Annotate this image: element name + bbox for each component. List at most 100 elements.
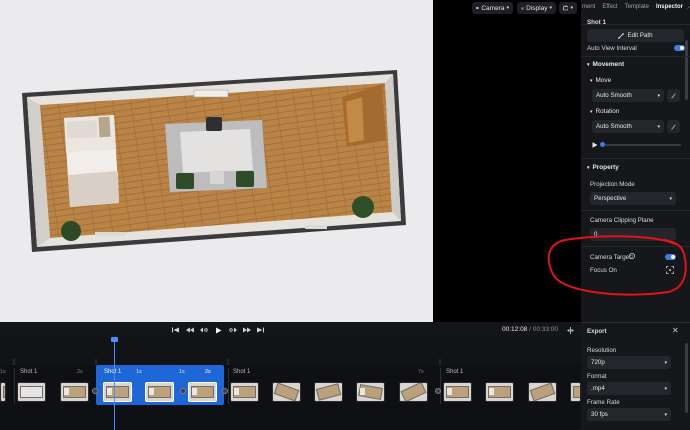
- timeline-track[interactable]: 1s 2s 1s 1s 2s 7s Shot 1 Shot 1 Shot 1 S…: [0, 337, 581, 430]
- frame-thumbnail[interactable]: [60, 382, 89, 402]
- view-options-dropdown[interactable]: ▾: [559, 2, 577, 14]
- divider: [581, 158, 690, 159]
- resolution-value: 720p: [591, 359, 605, 366]
- keyframe-marker[interactable]: [180, 388, 186, 394]
- fast-forward-icon[interactable]: [242, 326, 251, 334]
- rotation-subsection-header[interactable]: ▾ Rotation: [590, 108, 619, 115]
- shot-label: Shot 1: [446, 369, 464, 375]
- projection-mode-select[interactable]: Perspective ▾: [590, 192, 676, 205]
- chevron-down-icon: ▾: [506, 5, 509, 11]
- skip-to-end-icon[interactable]: [256, 326, 265, 334]
- skip-to-start-icon[interactable]: [171, 326, 180, 334]
- timeline-playhead[interactable]: [114, 337, 115, 430]
- rotation-select[interactable]: Auto Smooth ▾: [592, 120, 664, 133]
- auto-view-interval-toggle[interactable]: [674, 45, 685, 51]
- frame-thumbnail[interactable]: [103, 382, 132, 402]
- tab-movement[interactable]: ment: [582, 4, 595, 10]
- ruler-tick: 1s: [0, 369, 6, 375]
- frame-thumbnail[interactable]: [272, 382, 301, 402]
- viewport-empty-area: [433, 0, 581, 322]
- format-value: .mp4: [591, 385, 605, 392]
- divider: [581, 56, 690, 57]
- display-dropdown[interactable]: Display ▾: [517, 2, 556, 14]
- total-time: 00:33:00: [532, 326, 559, 333]
- keyframe-marker[interactable]: [222, 388, 228, 394]
- tab-effect[interactable]: Effect: [602, 4, 617, 10]
- play-preview-icon[interactable]: [592, 142, 598, 148]
- focus-on-label: Focus On: [590, 267, 617, 274]
- export-scrollbar[interactable]: [685, 343, 688, 413]
- movement-heading: Movement: [592, 61, 625, 68]
- frame-thumbnail[interactable]: [0, 382, 6, 402]
- camera-target-toggle[interactable]: [665, 254, 676, 260]
- divider: [581, 246, 690, 247]
- clip-separator: [440, 368, 441, 404]
- focus-target-icon[interactable]: [666, 266, 674, 274]
- frame-thumbnail[interactable]: [570, 382, 581, 402]
- clip-separator: [228, 368, 229, 404]
- frame-thumbnail[interactable]: [528, 382, 557, 402]
- divider: [581, 210, 690, 211]
- display-dropdown-label: Display: [526, 4, 548, 12]
- auto-view-interval-label: Auto View Interval: [587, 45, 637, 52]
- preview-scrubber-track[interactable]: [601, 144, 681, 146]
- scene-viewport[interactable]: [0, 0, 433, 322]
- rotation-label: Rotation: [595, 108, 620, 115]
- export-title: Export: [587, 328, 607, 335]
- rotation-select-value: Auto Smooth: [596, 123, 632, 130]
- frame-thumbnail[interactable]: [314, 382, 343, 402]
- help-icon[interactable]: ?: [629, 253, 635, 259]
- frame-thumbnail[interactable]: [230, 382, 259, 402]
- chevron-down-icon: ▾: [664, 385, 667, 392]
- playback-bar: 00:12:08 / 00:33:00: [0, 322, 581, 337]
- chevron-down-icon: ▾: [657, 92, 660, 99]
- chevron-down-icon: ▾: [570, 5, 573, 11]
- eye-icon: [521, 6, 525, 10]
- frame-rate-select[interactable]: 30 fps ▾: [587, 408, 671, 421]
- format-select[interactable]: .mp4 ▾: [587, 382, 671, 395]
- move-select[interactable]: Auto Smooth ▾: [592, 89, 664, 102]
- frame-thumbnail[interactable]: [145, 382, 174, 402]
- frame-thumbnail[interactable]: [17, 382, 46, 402]
- step-forward-keyframe-icon[interactable]: [228, 326, 237, 334]
- shot-label: Shot 1: [20, 369, 38, 375]
- camera-dropdown[interactable]: Camera ▾: [472, 2, 513, 14]
- move-subsection-header[interactable]: ▾ Move: [590, 77, 611, 84]
- preview-scrubber-handle[interactable]: [600, 142, 605, 147]
- move-curve-button[interactable]: [667, 89, 680, 102]
- tab-inspector[interactable]: Inspector: [656, 4, 683, 10]
- room-floorplan-render: [22, 70, 406, 252]
- chevron-down-icon: ▾: [587, 61, 590, 68]
- move-label: Move: [595, 77, 612, 84]
- chevron-down-icon: ▾: [664, 359, 667, 366]
- movement-section-header[interactable]: ▾ Movement: [587, 61, 624, 68]
- resolution-select[interactable]: 720p ▾: [587, 356, 671, 369]
- export-panel: Export ✕ Resolution 720p ▾ Format .mp4 ▾…: [581, 322, 690, 430]
- split-icon[interactable]: [566, 326, 575, 334]
- ruler-tick: 2s: [77, 369, 83, 375]
- close-icon[interactable]: ✕: [672, 326, 679, 335]
- clip-separator: [14, 368, 15, 404]
- curve-icon: [671, 93, 676, 98]
- keyframe-marker[interactable]: [92, 388, 98, 394]
- panel-tabs: ment Effect Template Inspector: [581, 0, 690, 14]
- rewind-icon[interactable]: [185, 326, 194, 334]
- frame-thumbnail[interactable]: [443, 382, 472, 402]
- frame-thumbnail[interactable]: [399, 382, 428, 402]
- chevron-down-icon: ▾: [590, 77, 593, 84]
- property-section-header[interactable]: ▾ Property: [587, 164, 619, 171]
- divider: [581, 24, 690, 25]
- projection-mode-label: Projection Mode: [590, 181, 635, 188]
- edit-path-button[interactable]: Edit Path: [587, 29, 684, 42]
- frame-thumbnail[interactable]: [356, 382, 385, 402]
- camera-dropdown-label: Camera: [481, 4, 505, 12]
- keyframe-marker[interactable]: [435, 388, 441, 394]
- clipping-plane-input[interactable]: 0: [590, 228, 676, 241]
- rotation-curve-button[interactable]: [667, 120, 680, 133]
- frame-thumbnail[interactable]: [188, 382, 217, 402]
- playhead-handle[interactable]: [111, 337, 118, 342]
- tab-template[interactable]: Template: [625, 4, 649, 10]
- play-icon[interactable]: [214, 326, 223, 334]
- frame-thumbnail[interactable]: [485, 382, 514, 402]
- inspector-scrollbar[interactable]: [685, 40, 688, 100]
